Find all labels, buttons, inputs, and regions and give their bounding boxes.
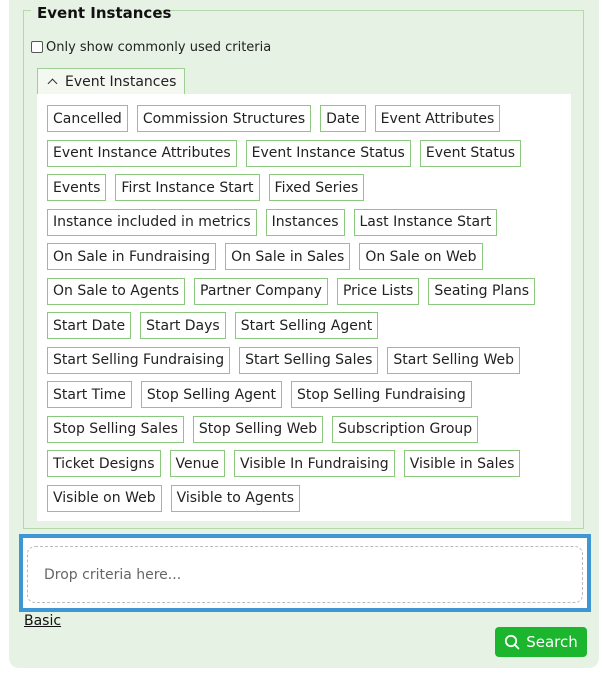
- criteria-chip[interactable]: Event Status: [419, 139, 522, 167]
- criteria-chip-list: Cancelled Commission Structures Date Event …: [37, 94, 571, 521]
- criteria-chip[interactable]: Seating Plans: [428, 277, 536, 305]
- common-criteria-label[interactable]: Only show commonly used criteria: [46, 40, 271, 55]
- criteria-chip[interactable]: Instance included in metrics: [47, 208, 257, 236]
- chip-row: Stop Selling Sales Stop Selling Web Subscr…: [47, 415, 566, 444]
- chip-row: Start Date Start Days Start Selling Agent: [47, 312, 566, 340]
- chip-row: Instance included in metrics Instances Las…: [47, 208, 566, 237]
- criteria-chip[interactable]: Visible In Fundraising: [233, 450, 395, 477]
- criteria-chip[interactable]: Commission Structures: [136, 105, 312, 132]
- chip-row: On Sale in Fundraising On Sale in Sales On…: [47, 243, 566, 271]
- search-button[interactable]: Search: [495, 627, 587, 657]
- criteria-chip[interactable]: Start Selling Sales: [239, 346, 379, 374]
- criteria-chip[interactable]: Fixed Series: [268, 174, 365, 201]
- criteria-chip[interactable]: Event Instance Status: [245, 139, 411, 167]
- search-button-label: Search: [526, 633, 578, 651]
- criteria-chip[interactable]: Event Attributes: [374, 105, 501, 132]
- chip-row: Visible on Web Visible to Agents: [47, 484, 566, 513]
- criteria-chip[interactable]: Stop Selling Sales: [47, 415, 184, 443]
- criteria-chip[interactable]: Visible to Agents: [170, 484, 301, 512]
- chip-row: Start Selling Fundraising Start Selling S…: [47, 346, 566, 375]
- criteria-chip[interactable]: Ticket Designs: [47, 450, 161, 477]
- chip-row: Events First Instance Start Fixed Series: [47, 174, 566, 202]
- criteria-chip[interactable]: On Sale on Web: [359, 243, 483, 270]
- criteria-chip[interactable]: Partner Company: [194, 277, 328, 305]
- chip-row: Cancelled Commission Structures Date Event …: [47, 105, 566, 133]
- chip-row: On Sale to Agents Partner Company Price Li…: [47, 277, 566, 306]
- chip-row: Ticket Designs Venue Visible In Fundraisin…: [47, 450, 566, 478]
- fieldset-border: [23, 10, 31, 11]
- criteria-dropzone[interactable]: Drop criteria here...: [19, 534, 591, 612]
- group-toggle-label: Event Instances: [65, 73, 177, 90]
- criteria-chip[interactable]: On Sale in Fundraising: [47, 243, 217, 270]
- criteria-chip[interactable]: Stop Selling Agent: [140, 381, 283, 408]
- common-criteria-checkbox[interactable]: [31, 41, 43, 53]
- chevron-up-icon: [47, 78, 58, 89]
- criteria-chip[interactable]: Cancelled: [47, 105, 128, 132]
- criteria-chip[interactable]: Event Instance Attributes: [47, 139, 237, 167]
- chip-row: Start Time Stop Selling Agent Stop Selling…: [47, 381, 566, 409]
- group-toggle-event-instances[interactable]: Event Instances: [37, 68, 186, 94]
- chip-row: Event Instance Attributes Event Instance …: [47, 139, 566, 168]
- criteria-chip[interactable]: Start Selling Web: [387, 346, 520, 374]
- fieldset-border: [157, 10, 584, 11]
- criteria-chip[interactable]: Instances: [265, 208, 345, 236]
- criteria-chip[interactable]: Start Date: [47, 312, 132, 339]
- criteria-chip[interactable]: Start Selling Fundraising: [47, 346, 231, 374]
- criteria-chip[interactable]: First Instance Start: [115, 174, 260, 201]
- criteria-chip[interactable]: Stop Selling Fundraising: [291, 381, 472, 408]
- criteria-chip[interactable]: Last Instance Start: [353, 208, 498, 236]
- criteria-chip[interactable]: Visible in Sales: [403, 450, 521, 477]
- common-criteria-option[interactable]: Only show commonly used criteria: [31, 37, 271, 57]
- criteria-chip[interactable]: Visible on Web: [47, 484, 162, 512]
- criteria-chip[interactable]: Venue: [169, 450, 225, 477]
- criteria-chip[interactable]: Events: [47, 174, 107, 201]
- criteria-chip[interactable]: On Sale in Sales: [225, 243, 351, 270]
- criteria-chip[interactable]: Price Lists: [336, 277, 420, 305]
- fieldset-legend: Event Instances: [37, 4, 172, 22]
- criteria-chip[interactable]: Date: [320, 105, 366, 132]
- dropzone-placeholder[interactable]: Drop criteria here...: [27, 546, 583, 603]
- criteria-chip[interactable]: Start Time: [47, 381, 132, 408]
- criteria-chip[interactable]: Start Days: [140, 312, 226, 339]
- search-icon: [505, 634, 520, 650]
- criteria-chip[interactable]: Stop Selling Web: [192, 415, 324, 443]
- criteria-chip[interactable]: Subscription Group: [332, 415, 479, 443]
- criteria-chip[interactable]: Start Selling Agent: [234, 312, 379, 339]
- criteria-chip[interactable]: On Sale to Agents: [47, 277, 185, 305]
- basic-mode-link[interactable]: Basic: [24, 613, 61, 629]
